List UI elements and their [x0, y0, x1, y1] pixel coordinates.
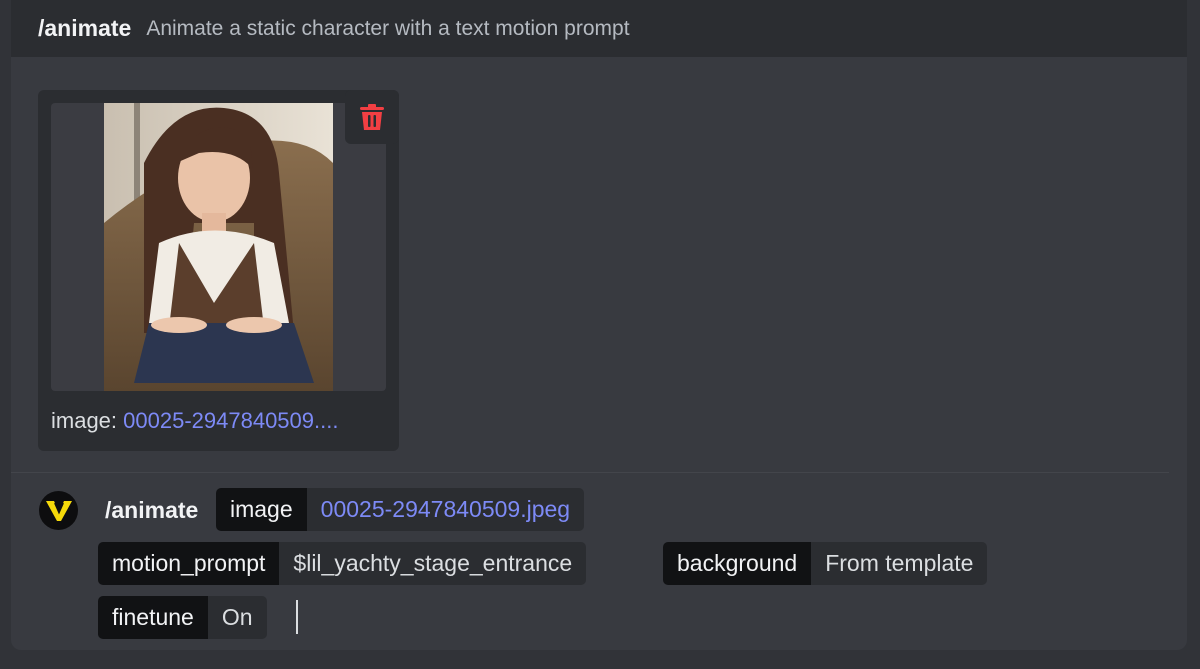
option-finetune[interactable]: finetune On: [98, 596, 267, 639]
avatar[interactable]: [39, 491, 78, 530]
command-header: /animate Animate a static character with…: [11, 0, 1187, 57]
v-logo-icon: [45, 500, 72, 521]
command-title: /animate: [38, 15, 132, 41]
option-key: motion_prompt: [98, 542, 280, 585]
option-value[interactable]: $lil_yachty_stage_entrance: [279, 542, 587, 585]
option-key: image: [216, 488, 307, 531]
option-value[interactable]: From template: [811, 542, 988, 585]
option-key: background: [663, 542, 812, 585]
attachment-label-prefix: image:: [51, 408, 124, 433]
command-panel: /animate Animate a static character with…: [11, 0, 1187, 650]
app-frame: /animate Animate a static character with…: [0, 0, 1200, 669]
trash-icon: [360, 103, 384, 130]
text-caret: [296, 600, 298, 634]
delete-attachment-button[interactable]: [345, 90, 399, 144]
option-value[interactable]: 00025-2947840509.jpeg: [306, 488, 585, 531]
attachment-label: image: 00025-2947840509....: [51, 408, 338, 434]
attachment-filename[interactable]: 00025-2947840509....: [123, 408, 338, 433]
attachment-preview[interactable]: [51, 103, 386, 391]
composer-command: /animate: [105, 497, 199, 523]
option-key: finetune: [98, 596, 208, 639]
divider: [11, 472, 1169, 473]
option-background[interactable]: background From template: [663, 542, 988, 585]
command-description: Animate a static character with a text m…: [146, 16, 630, 40]
attachment-thumbnail: [104, 103, 333, 391]
option-motion-prompt[interactable]: motion_prompt $lil_yachty_stage_entrance: [98, 542, 587, 585]
option-image[interactable]: image 00025-2947840509.jpeg: [216, 488, 585, 531]
attachment-card: image: 00025-2947840509....: [38, 90, 399, 451]
option-value[interactable]: On: [207, 596, 267, 639]
